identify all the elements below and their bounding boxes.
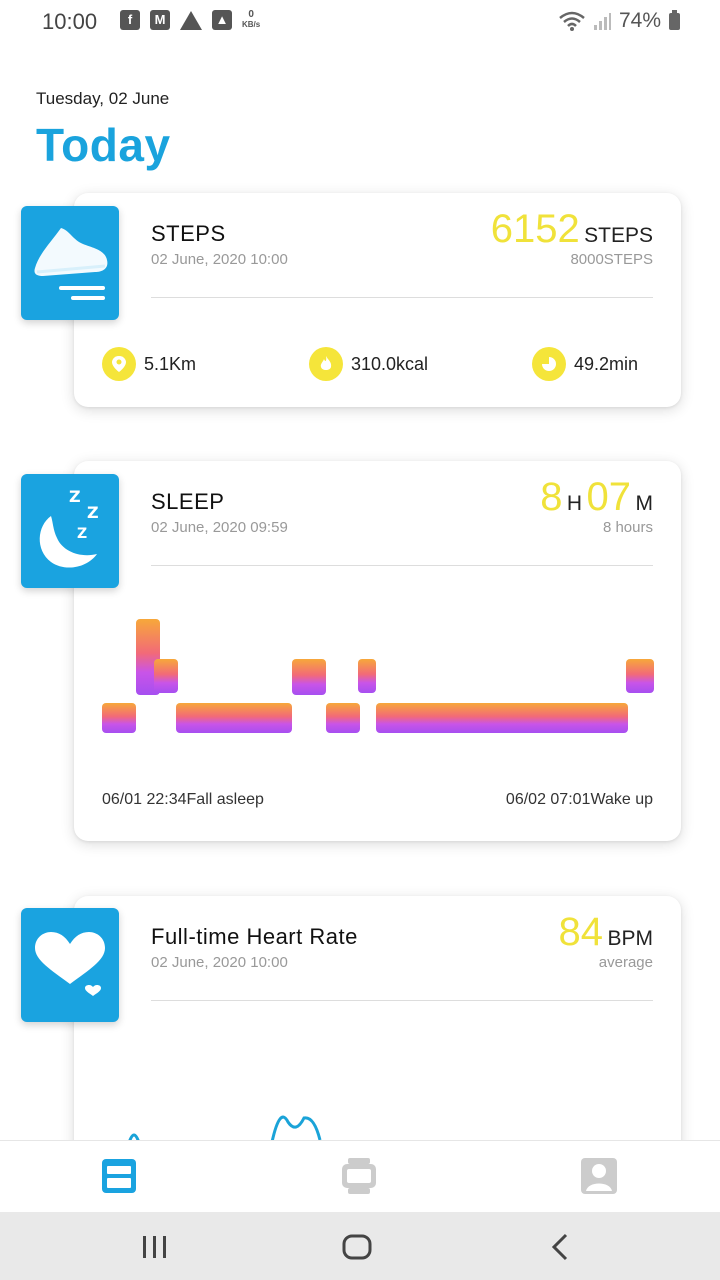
- duration-stat: 49.2min: [532, 347, 638, 381]
- sleep-duration-row: 8 H 07 M: [540, 475, 653, 520]
- distance-value: 5.1Km: [144, 353, 197, 374]
- watch-tab-icon[interactable]: [340, 1157, 378, 1195]
- sleep-minutes: 07: [586, 475, 632, 519]
- distance-stat: 5.1Km: [102, 347, 196, 381]
- battery-icon: [669, 9, 680, 30]
- divider: [151, 565, 653, 566]
- profile-tab-icon[interactable]: [580, 1157, 618, 1195]
- heart-rate-unit: BPM: [607, 927, 653, 950]
- heart-rate-summary: average: [598, 954, 653, 971]
- status-bar: 10:00 f M ▲ 0 KB/s 74%: [0, 0, 720, 44]
- bottom-tab-bar: [0, 1140, 720, 1213]
- sleep-chart: [102, 619, 654, 733]
- sleep-segment: [626, 659, 654, 693]
- status-time: 10:00: [42, 9, 98, 34]
- divider: [151, 297, 653, 298]
- steps-title: STEPS: [151, 221, 226, 246]
- moon-icon: Z Z Z: [21, 474, 119, 588]
- sleep-segment: [358, 659, 376, 693]
- fall-asleep-time: 06/01 22:34Fall asleep: [102, 791, 264, 808]
- facebook-icon: f: [120, 10, 140, 30]
- location-icon: [102, 347, 136, 381]
- dashboard-tab-icon[interactable]: [100, 1157, 138, 1195]
- calories-stat: 310.0kcal: [309, 347, 428, 381]
- notification-icons: f M ▲ 0 KB/s: [120, 10, 260, 30]
- steps-goal: 8000STEPS: [570, 251, 653, 268]
- steps-card[interactable]: STEPS 02 June, 2020 10:00 6152 STEPS 800…: [74, 193, 681, 407]
- steps-timestamp: 02 June, 2020 10:00: [151, 251, 288, 268]
- shoe-icon: [21, 206, 119, 320]
- page-title: Today: [36, 119, 171, 171]
- battery-percent: 74%: [618, 9, 661, 32]
- sleep-card[interactable]: SLEEP 02 June, 2020 09:59 8 H 07 M 8 hou…: [74, 461, 681, 841]
- gmail-icon: M: [150, 10, 170, 30]
- sleep-hours: 8: [540, 475, 563, 519]
- svg-text:Z: Z: [77, 526, 87, 542]
- system-nav-bar: [0, 1212, 720, 1280]
- calories-value: 310.0kcal: [351, 353, 429, 374]
- heart-rate-value-row: 84 BPM: [559, 910, 653, 955]
- sleep-summary: 8 hours: [602, 519, 653, 536]
- sleep-timestamp: 02 June, 2020 09:59: [151, 519, 288, 536]
- svg-text:Z: Z: [87, 503, 99, 522]
- sleep-hours-unit: H: [566, 492, 583, 515]
- sleep-segment: [292, 659, 326, 695]
- svg-text:Z: Z: [69, 487, 81, 506]
- sleep-title: SLEEP: [151, 489, 225, 514]
- wifi-icon: [559, 11, 585, 31]
- heart-icon: [21, 908, 119, 1022]
- steps-unit: STEPS: [584, 224, 653, 247]
- signal-icon: [593, 13, 611, 30]
- running-icon: ▲: [212, 10, 232, 30]
- network-speed: 0 KB/s: [242, 9, 261, 30]
- heart-rate-value: 84: [558, 910, 604, 954]
- sleep-segment: [326, 703, 360, 733]
- heart-rate-timestamp: 02 June, 2020 10:00: [151, 954, 288, 971]
- sleep-segment: [102, 703, 136, 733]
- sleep-minutes-unit: M: [635, 492, 654, 515]
- clock-icon: [532, 347, 566, 381]
- sleep-segment: [154, 659, 178, 693]
- duration-value: 49.2min: [574, 353, 639, 374]
- warning-icon: [180, 10, 202, 30]
- steps-value: 6152: [490, 207, 580, 251]
- divider: [151, 1000, 653, 1001]
- heart-rate-title: Full-time Heart Rate: [151, 924, 358, 949]
- sleep-segment: [176, 703, 292, 733]
- steps-value-row: 6152 STEPS: [491, 207, 653, 252]
- sleep-segment: [376, 703, 628, 733]
- flame-icon: [309, 347, 343, 381]
- home-button[interactable]: [341, 1233, 373, 1261]
- current-date: Tuesday, 02 June: [36, 89, 170, 108]
- back-button[interactable]: [548, 1233, 572, 1261]
- recents-button[interactable]: [140, 1234, 170, 1260]
- wake-up-time: 06/02 07:01Wake up: [505, 791, 653, 808]
- system-indicators: 74%: [559, 9, 680, 33]
